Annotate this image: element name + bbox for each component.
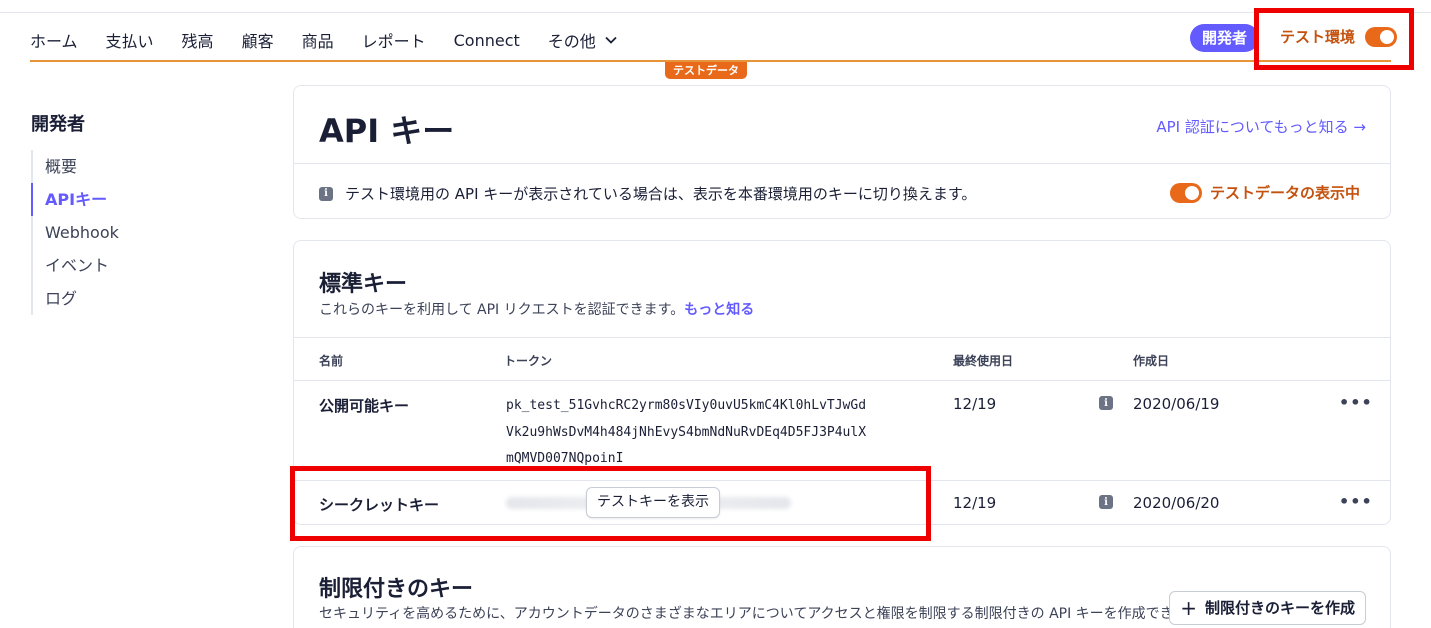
info-icon[interactable]: i bbox=[1099, 495, 1113, 509]
secret-key-created: 2020/06/20 bbox=[1133, 494, 1220, 512]
create-restricted-key-button[interactable]: + 制限付きのキーを作成 bbox=[1169, 591, 1366, 625]
api-keys-header-card: API キー API 認証についてもっと知る → i テスト環境用の API キ… bbox=[293, 85, 1391, 219]
sidebar-item-logs[interactable]: ログ bbox=[31, 282, 119, 315]
column-header-name: 名前 bbox=[319, 354, 344, 368]
highlight-box-secret-key bbox=[290, 466, 931, 541]
sidebar-item-overview[interactable]: 概要 bbox=[31, 150, 119, 183]
column-header-last-used: 最終使用日 bbox=[953, 354, 1014, 368]
restricted-keys-title: 制限付きのキー bbox=[319, 577, 474, 602]
nav-balances[interactable]: 残高 bbox=[182, 28, 214, 52]
column-header-token: トークン bbox=[504, 354, 553, 368]
developer-button[interactable]: 開発者 bbox=[1190, 24, 1260, 52]
create-restricted-key-label: 制限付きのキーを作成 bbox=[1204, 599, 1355, 617]
standard-keys-subtitle-text: これらのキーを利用して API リクエストを認証できます。 bbox=[319, 302, 685, 318]
restricted-keys-card: 制限付きのキー セキュリティを高めるために、アカウントデータのさまざまなエリアに… bbox=[293, 546, 1391, 628]
nav-products[interactable]: 商品 bbox=[302, 28, 334, 52]
nav-reports[interactable]: レポート bbox=[362, 28, 426, 52]
nav-more[interactable]: その他 bbox=[548, 28, 618, 52]
nav-payments[interactable]: 支払い bbox=[106, 28, 154, 52]
info-icon: i bbox=[319, 186, 333, 201]
sidebar-title: 開発者 bbox=[31, 114, 85, 135]
test-key-info-text: テスト環境用の API キーが表示されている場合は、表示を本番環境用のキーに切り… bbox=[345, 185, 977, 203]
sidebar-item-events[interactable]: イベント bbox=[31, 249, 119, 282]
sidebar-item-api-keys[interactable]: APIキー bbox=[31, 183, 119, 216]
publishable-key-last-used: 12/19 bbox=[953, 395, 997, 413]
view-test-data-switch[interactable]: テストデータの表示中 bbox=[1169, 182, 1360, 203]
sidebar-nav: 概要 APIキー Webhook イベント ログ bbox=[31, 150, 119, 315]
nav-more-label: その他 bbox=[547, 32, 596, 51]
column-header-created: 作成日 bbox=[1133, 354, 1170, 368]
plus-icon: + bbox=[1180, 596, 1197, 620]
publishable-key-created: 2020/06/19 bbox=[1133, 395, 1220, 413]
info-icon[interactable]: i bbox=[1099, 396, 1113, 410]
publishable-key-token[interactable]: pk_test_51GvhcRC2yrm80sVIy0uvU5kmC4Kl0hL… bbox=[506, 393, 866, 473]
chevron-down-icon bbox=[605, 36, 617, 44]
highlight-box-environment bbox=[1254, 8, 1414, 70]
divider bbox=[294, 163, 1390, 164]
nav-connect[interactable]: Connect bbox=[454, 31, 520, 50]
top-border bbox=[0, 12, 1431, 13]
view-test-data-toggle[interactable] bbox=[1169, 182, 1202, 203]
nav-home[interactable]: ホーム bbox=[30, 28, 78, 52]
standard-keys-subtitle: これらのキーを利用して API リクエストを認証できます。もっと知る bbox=[319, 299, 754, 319]
learn-more-link[interactable]: もっと知る bbox=[684, 302, 754, 318]
divider bbox=[294, 337, 1390, 338]
sidebar-item-webhook[interactable]: Webhook bbox=[31, 216, 119, 249]
secret-key-last-used: 12/19 bbox=[953, 494, 997, 512]
row-more-button[interactable]: ••• bbox=[1339, 492, 1373, 511]
test-data-badge: テストデータ bbox=[665, 62, 747, 79]
test-key-info: i テスト環境用の API キーが表示されている場合は、表示を本番環境用のキーに… bbox=[319, 183, 976, 204]
row-more-button[interactable]: ••• bbox=[1339, 393, 1373, 412]
view-test-data-label: テストデータの表示中 bbox=[1209, 184, 1360, 202]
restricted-keys-subtitle: セキュリティを高めるために、アカウントデータのさまざまなエリアについてアクセスと… bbox=[319, 606, 1188, 622]
publishable-key-name: 公開可能キー bbox=[319, 397, 410, 415]
token-line: pk_test_51GvhcRC2yrm80sVIy0uvU5kmC4Kl0hL… bbox=[506, 398, 867, 413]
divider bbox=[294, 380, 1390, 381]
learn-api-auth-link[interactable]: API 認証についてもっと知る → bbox=[1156, 116, 1366, 137]
nav-customers[interactable]: 顧客 bbox=[242, 28, 274, 52]
page-title: API キー bbox=[319, 112, 455, 150]
standard-keys-title: 標準キー bbox=[319, 272, 408, 297]
top-nav: ホーム 支払い 残高 顧客 商品 レポート Connect その他 bbox=[30, 22, 646, 58]
token-line: Vk2u9hWsDvM4h484jNhEvyS4bmNdNuRvDEq4D5FJ… bbox=[506, 424, 867, 440]
